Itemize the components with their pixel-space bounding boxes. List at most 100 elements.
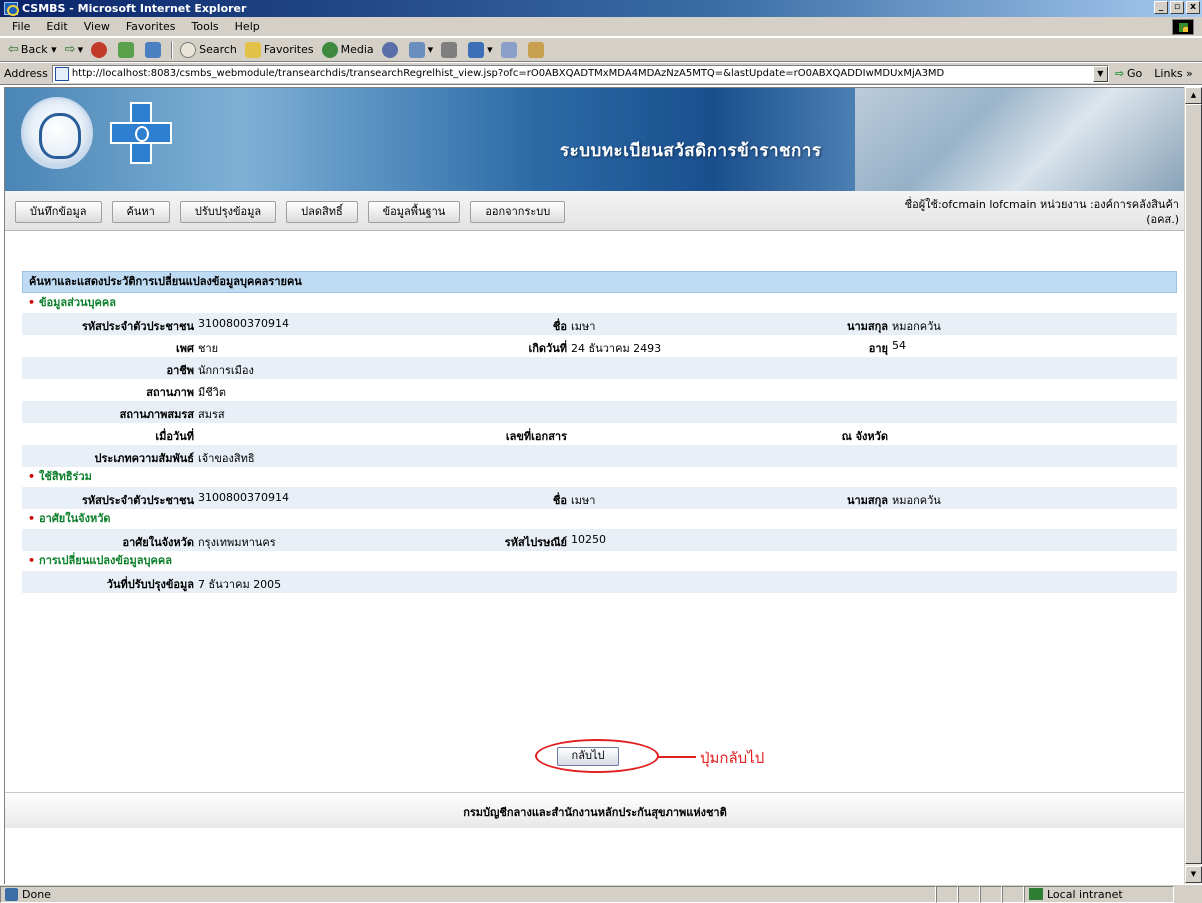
address-label: Address	[4, 67, 48, 80]
vertical-scrollbar[interactable]: ▲ ▼	[1184, 87, 1202, 884]
nav-basic-data[interactable]: ข้อมูลพื้นฐาน	[367, 201, 461, 223]
postal-code-value: 10250	[571, 533, 606, 546]
bullet-icon: •	[28, 512, 36, 525]
status-cell	[1002, 885, 1024, 903]
nav-save-data[interactable]: บันทึกข้อมูล	[15, 201, 102, 223]
menu-help[interactable]: Help	[227, 20, 268, 33]
bullet-icon: •	[28, 554, 36, 567]
go-label: Go	[1127, 67, 1143, 80]
bullet-icon: •	[28, 470, 36, 483]
gender-label: เพศ	[176, 342, 194, 355]
shared-rights-title: ใช้สิทธิร่วม	[39, 470, 92, 483]
page-done-icon	[5, 887, 18, 901]
dropdown-icon: ▾	[427, 43, 434, 56]
status-label: สถานภาพ	[146, 386, 194, 399]
callout-text: ปุ่มกลับไป	[700, 749, 765, 767]
home-button[interactable]	[141, 40, 168, 60]
back-button-page[interactable]: กลับไป	[557, 747, 619, 766]
go-arrow-icon: ⇨	[1114, 67, 1125, 80]
status-value: มีชีวิต	[198, 386, 227, 399]
address-dropdown-icon[interactable]: ▼	[1092, 65, 1108, 82]
window-titlebar: CSMBS - Microsoft Internet Explorer _ ▫ …	[0, 0, 1202, 17]
print-button[interactable]	[437, 40, 464, 60]
ie-icon	[4, 2, 19, 16]
health-cross-logo	[110, 102, 172, 164]
windows-logo-icon	[1172, 19, 1194, 35]
document-number-label: เลขที่เอกสาร	[505, 430, 567, 443]
page-viewport: ระบบทะเบียนสวัสดิการข้าราชการ บันทึกข้อม…	[4, 87, 1184, 884]
mail-icon	[408, 41, 425, 58]
close-button[interactable]: x	[1186, 1, 1200, 14]
address-input[interactable]: http://localhost:8083/csmbs_webmodule/tr…	[51, 64, 1109, 83]
back-arrow-icon: ⇦	[8, 42, 19, 57]
go-button[interactable]: ⇨ Go	[1115, 67, 1142, 80]
surname-label: นามสกุล	[846, 320, 888, 333]
shared-first-name-label: ชื่อ	[552, 494, 567, 507]
scroll-thumb[interactable]	[1185, 104, 1202, 864]
status-cell	[980, 885, 1002, 903]
nav-logout[interactable]: ออกจากระบบ	[470, 201, 566, 223]
maximize-button[interactable]: ▫	[1170, 1, 1184, 14]
security-zone: Local intranet	[1024, 885, 1174, 903]
status-text: Done	[22, 887, 51, 901]
system-title: ระบบทะเบียนสวัสดิการข้าราชการ	[560, 141, 822, 161]
stop-button[interactable]	[87, 40, 114, 60]
back-label: Back	[20, 43, 48, 56]
toolbar-separator	[171, 40, 174, 59]
section-title: ค้นหาและแสดงประวัติการเปลี่ยนแปลงข้อมูลบ…	[22, 271, 1177, 293]
age-label: อายุ	[868, 342, 888, 355]
birth-date-label: เกิดวันที่	[528, 342, 567, 355]
dropdown-icon: ▾	[47, 43, 57, 56]
residence-heading: • อาศัยในจังหวัด	[22, 509, 1177, 529]
update-date-label: วันที่ปรับปรุงข้อมูล	[106, 578, 194, 591]
form-row: อาชีพ นักการเมือง	[22, 357, 1177, 379]
relation-type-value: เจ้าของสิทธิ	[198, 452, 255, 465]
minimize-button[interactable]: _	[1154, 1, 1168, 14]
user-info-line1: ชื่อผู้ใช้:ofcmain lofcmain หน่วยงาน :อง…	[904, 198, 1179, 211]
forward-button[interactable]: ⇨ ▾	[61, 40, 87, 60]
zone-text: Local intranet	[1047, 887, 1123, 901]
menu-edit[interactable]: Edit	[38, 20, 75, 33]
stop-icon	[91, 41, 108, 58]
user-info: ชื่อผู้ใช้:ofcmain lofcmain หน่วยงาน :อง…	[879, 197, 1179, 227]
nav-bar: บันทึกข้อมูล ค้นหา ปรับปรุงข้อมูล ปลดสิท…	[5, 191, 1184, 231]
shared-surname-value: หมอกควัน	[892, 494, 941, 507]
scroll-up-icon[interactable]: ▲	[1185, 87, 1202, 104]
back-button-area: กลับไป ปุ่มกลับไป	[535, 738, 775, 774]
scroll-down-icon[interactable]: ▼	[1185, 866, 1202, 883]
user-info-line2: (อคส.)	[1146, 213, 1179, 226]
nav-revoke-rights[interactable]: ปลดสิทธิ์	[286, 201, 358, 223]
menu-file[interactable]: File	[4, 20, 38, 33]
discuss-button[interactable]	[497, 40, 524, 60]
menu-bar: File Edit View Favorites Tools Help	[0, 17, 1202, 37]
research-button[interactable]	[524, 40, 551, 60]
surname-value: หมอกควัน	[892, 320, 941, 333]
menu-favorites[interactable]: Favorites	[118, 20, 184, 33]
mail-button[interactable]: ▾	[405, 40, 438, 60]
history-button[interactable]	[378, 40, 405, 60]
address-bar: Address http://localhost:8083/csmbs_webm…	[0, 63, 1202, 85]
nav-update-data[interactable]: ปรับปรุงข้อมูล	[179, 201, 277, 223]
media-label: Media	[340, 43, 374, 56]
print-icon	[441, 41, 458, 58]
menu-tools[interactable]: Tools	[184, 20, 227, 33]
links-button[interactable]: Links »	[1154, 67, 1192, 80]
shared-citizen-id-value: 3100800370914	[198, 491, 289, 504]
edit-button[interactable]: ▾	[464, 40, 497, 60]
first-name-label: ชื่อ	[552, 320, 567, 333]
form-row: เมื่อวันที่ เลขที่เอกสาร ณ จังหวัด	[22, 423, 1177, 445]
back-button[interactable]: ⇦ Back ▾	[4, 40, 61, 60]
residence-province-label: อาศัยในจังหวัด	[122, 536, 195, 549]
history-icon	[381, 41, 398, 58]
search-button[interactable]: Search	[176, 40, 241, 60]
favorites-button[interactable]: Favorites	[241, 40, 318, 60]
refresh-button[interactable]	[114, 40, 141, 60]
research-icon	[527, 41, 544, 58]
shared-first-name-value: เมษา	[571, 494, 596, 507]
nav-search[interactable]: ค้นหา	[111, 201, 170, 223]
menu-view[interactable]: View	[76, 20, 118, 33]
discuss-icon	[500, 41, 517, 58]
media-button[interactable]: Media	[318, 40, 378, 60]
status-cell	[936, 885, 958, 903]
occupation-label: อาชีพ	[166, 364, 195, 377]
